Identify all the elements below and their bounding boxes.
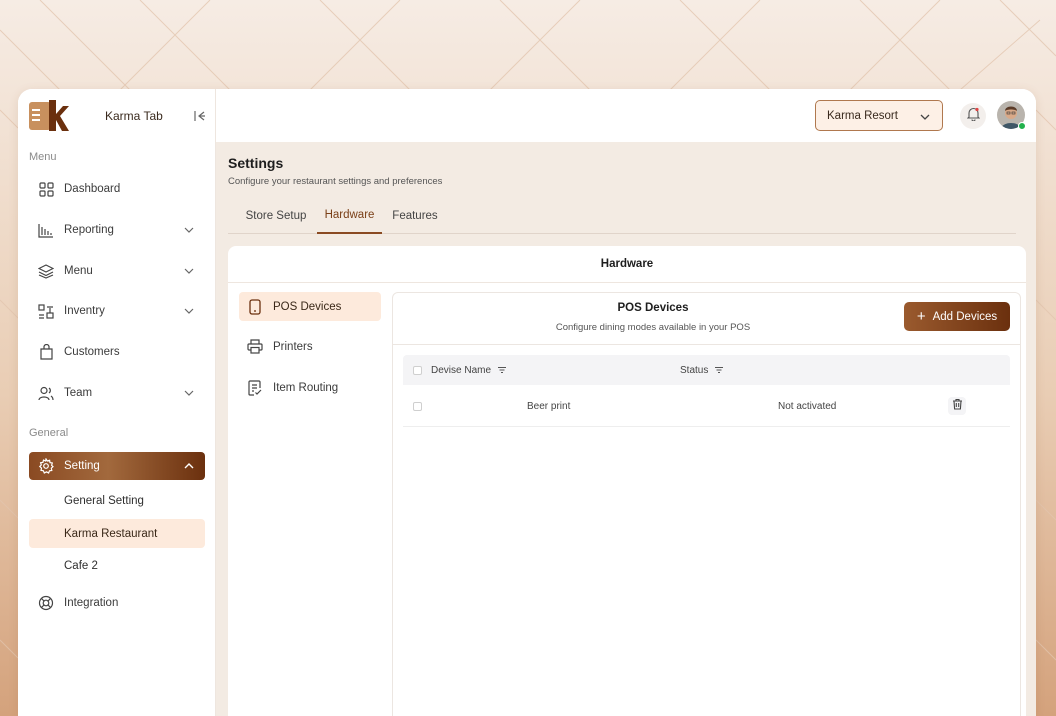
sidebar-subitem-karma-restaurant[interactable]: Karma Restaurant <box>29 519 205 548</box>
chevron-down-icon <box>184 266 194 276</box>
hardware-menu-label: Printers <box>273 340 313 353</box>
page-title: Settings <box>228 155 284 171</box>
hardware-menu-label: POS Devices <box>273 300 342 313</box>
chevron-down-icon <box>184 388 194 398</box>
column-header-label: Devise Name <box>431 364 492 376</box>
column-header-device-name[interactable]: Devise Name <box>431 355 507 385</box>
tab-store-setup[interactable]: Store Setup <box>236 197 316 234</box>
sidebar-item-setting[interactable]: Setting <box>29 452 205 480</box>
sidebar-item-reporting[interactable]: Reporting <box>29 216 205 244</box>
chevron-up-icon <box>184 461 194 471</box>
filter-icon[interactable] <box>497 365 507 375</box>
column-header-status[interactable]: Status <box>680 355 724 385</box>
sidebar-item-label: Menu <box>64 265 93 277</box>
brand-name: Karma Tab <box>105 109 163 123</box>
panel-subtitle: Configure dining modes available in your… <box>555 322 751 333</box>
hardware-menu-item-routing[interactable]: Item Routing <box>239 373 381 402</box>
inventory-icon <box>37 302 55 320</box>
table-row: Beer print Not activated <box>403 385 1010 427</box>
collapse-sidebar-icon[interactable] <box>194 109 206 121</box>
trash-icon <box>952 397 963 415</box>
add-devices-button[interactable]: + Add Devices <box>904 302 1010 331</box>
sidebar-item-label: Reporting <box>64 224 114 236</box>
tablet-icon <box>247 298 263 315</box>
tab-features[interactable]: Features <box>386 197 444 234</box>
bell-icon <box>966 107 980 126</box>
chevron-down-icon <box>184 225 194 235</box>
select-all-checkbox[interactable] <box>413 366 422 375</box>
sidebar-subitem-general-setting[interactable]: General Setting <box>29 486 205 515</box>
hardware-menu-pos-devices[interactable]: POS Devices <box>239 292 381 321</box>
settings-tabs: Store Setup Hardware Features <box>228 197 1016 234</box>
hardware-card-title: Hardware <box>228 246 1026 283</box>
sidebar-item-integration[interactable]: Integration <box>29 589 205 617</box>
chevron-down-icon <box>920 112 930 122</box>
sidebar-item-label: Setting <box>64 460 100 472</box>
device-status-cell: Not activated <box>778 400 837 412</box>
printer-icon <box>247 339 263 355</box>
location-select-value: Karma Resort <box>827 109 898 122</box>
pos-devices-panel: POS Devices Configure dining modes avail… <box>392 292 1021 716</box>
notifications-button[interactable] <box>960 103 986 129</box>
bar-chart-icon <box>37 221 55 239</box>
sidebar-subitem-cafe-2[interactable]: Cafe 2 <box>29 551 205 580</box>
column-header-label: Status <box>680 364 709 376</box>
sidebar-item-customers[interactable]: Customers <box>29 338 205 366</box>
sidebar-item-menu[interactable]: Menu <box>29 257 205 285</box>
karma-logo-icon <box>29 100 69 132</box>
sidebar-item-label: Customers <box>64 346 120 358</box>
app-window: Karma Tab Menu Dashboard Reporting Menu <box>18 89 1036 716</box>
sidebar-item-label: Team <box>64 387 93 399</box>
chevron-down-icon <box>184 306 194 316</box>
page-subtitle: Configure your restaurant settings and p… <box>228 176 443 187</box>
routing-icon <box>247 379 263 396</box>
sidebar: Karma Tab Menu Dashboard Reporting Menu <box>18 89 216 716</box>
users-icon <box>37 384 55 402</box>
filter-icon[interactable] <box>714 365 724 375</box>
grid-icon <box>37 180 55 198</box>
gear-icon <box>37 457 55 475</box>
device-name-cell: Beer print <box>527 400 571 412</box>
tab-hardware[interactable]: Hardware <box>317 197 382 234</box>
online-status-dot <box>1018 122 1026 130</box>
sidebar-item-team[interactable]: Team <box>29 379 205 407</box>
add-devices-label: Add Devices <box>932 310 998 323</box>
layers-icon <box>37 262 55 280</box>
sidebar-item-inventry[interactable]: Inventry <box>29 297 205 325</box>
shopping-bag-icon <box>37 343 55 361</box>
main-content: Settings Configure your restaurant setti… <box>216 142 1036 716</box>
hardware-card: Hardware POS Devices Printers Item Routi… <box>228 246 1026 716</box>
sidebar-item-label: Inventry <box>64 305 105 317</box>
lifebuoy-icon <box>37 594 55 612</box>
top-bar: Karma Resort <box>216 89 1036 142</box>
sidebar-item-label: Integration <box>64 597 119 609</box>
brand <box>29 100 69 132</box>
hardware-menu-printers[interactable]: Printers <box>239 332 381 361</box>
general-section-label: General <box>29 427 69 439</box>
panel-header: POS Devices Configure dining modes avail… <box>393 293 1020 345</box>
sidebar-item-dashboard[interactable]: Dashboard <box>29 175 205 203</box>
hardware-menu-label: Item Routing <box>273 381 339 394</box>
menu-section-label: Menu <box>29 151 57 163</box>
delete-device-button[interactable] <box>948 397 966 415</box>
plus-icon: + <box>916 308 926 325</box>
table-header: Devise Name Status <box>403 355 1010 385</box>
panel-title: POS Devices <box>617 302 689 314</box>
location-select[interactable]: Karma Resort <box>815 100 943 131</box>
sidebar-item-label: Dashboard <box>64 183 121 195</box>
row-checkbox[interactable] <box>413 402 422 411</box>
